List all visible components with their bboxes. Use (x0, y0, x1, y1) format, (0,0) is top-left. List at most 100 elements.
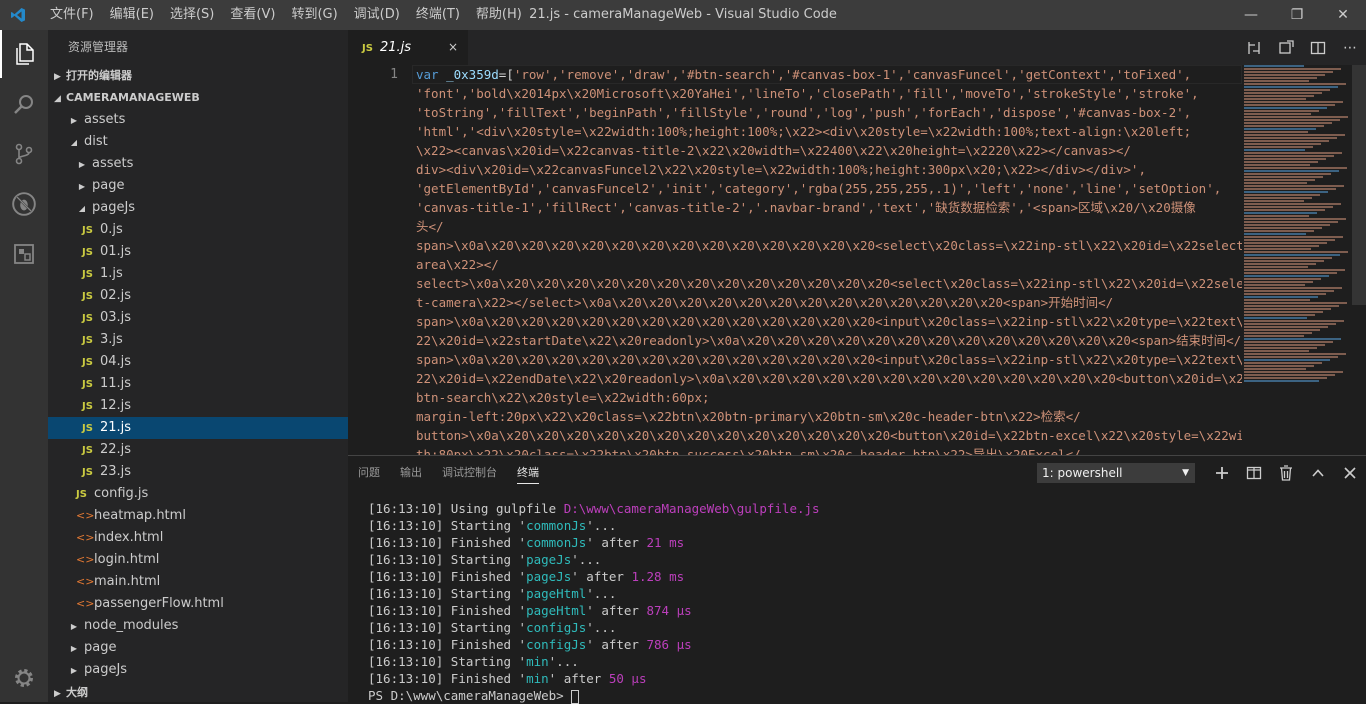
minimize-icon[interactable]: — (1228, 0, 1274, 30)
terminal-selector-value: 1: powershell (1042, 466, 1123, 480)
terminal-duration: 21 ms (646, 535, 685, 550)
file-item[interactable]: <>main.html (48, 571, 348, 593)
menu-item[interactable]: 编辑(E) (102, 0, 162, 30)
file-item[interactable]: JS 21.js (48, 417, 348, 439)
terminal-text: '... (586, 620, 617, 635)
minimap-line (1244, 242, 1327, 244)
compare-changes-icon[interactable] (1238, 30, 1270, 65)
minimap-line (1244, 164, 1310, 166)
new-terminal-icon[interactable] (1206, 456, 1238, 490)
close-icon[interactable]: ✕ (1320, 0, 1366, 30)
code-line: t-camera\x22></select>\x0a\x20\x20\x20\x… (416, 295, 1114, 310)
file-item[interactable]: JS 11.js (48, 373, 348, 395)
split-editor-icon[interactable] (1302, 30, 1334, 65)
terminal-timestamp: [16:13:10] (368, 535, 444, 550)
tab-panel-3[interactable]: 终端 (507, 456, 549, 490)
minimap-line (1244, 365, 1314, 367)
restore-icon[interactable]: ❐ (1274, 0, 1320, 30)
maximize-panel-icon[interactable] (1302, 456, 1334, 490)
chevron-down-icon: ◢ (70, 138, 78, 147)
file-item[interactable]: JS 22.js (48, 439, 348, 461)
code-editor[interactable]: 1 var _0x359d=['row','remove','draw','#b… (348, 65, 1366, 455)
file-item[interactable]: <>passengerFlow.html (48, 593, 348, 615)
minimap-line (1244, 320, 1344, 322)
trash-icon[interactable] (1270, 456, 1302, 490)
tab-panel-0[interactable]: 问题 (348, 456, 390, 490)
tab-panel-2[interactable]: 调试控制台 (432, 456, 507, 490)
title-bar: 文件(F) 编辑(E) 选择(S) 查看(V) 转到(G) 调试(D) 终端(T) 帮助(H)… (0, 0, 1366, 30)
file-item[interactable]: JS 04.js (48, 351, 348, 373)
menu-item[interactable]: 查看(V) (222, 0, 283, 30)
minimap-line (1244, 65, 1304, 67)
outline-section[interactable]: ▶ 大纲 (48, 682, 348, 702)
close-tab-icon[interactable]: × (448, 30, 458, 65)
debug-icon[interactable] (0, 180, 48, 228)
gear-icon[interactable] (0, 654, 48, 702)
folder-item[interactable]: ▶ node_modules (48, 615, 348, 637)
file-item[interactable]: <>login.html (48, 549, 348, 571)
tree-item-label: page (92, 178, 125, 193)
folder-item[interactable]: ▶ assets (48, 153, 348, 175)
menu-item[interactable]: 终端(T) (408, 0, 468, 30)
tree-item-label: 12.js (100, 398, 132, 413)
file-item[interactable]: <>index.html (48, 527, 348, 549)
search-icon[interactable] (0, 80, 48, 128)
code-line: span>\x0a\x20\x20\x20\x20\x20\x20\x20\x2… (416, 352, 1242, 367)
tree-item-label: 21.js (100, 420, 132, 435)
menu-item[interactable]: 转到(G) (283, 0, 345, 30)
menu-item[interactable]: 选择(S) (162, 0, 222, 30)
file-item[interactable]: JS 23.js (48, 461, 348, 483)
editor-scrollbar[interactable] (1352, 65, 1366, 455)
explorer-icon[interactable] (0, 30, 48, 78)
file-item[interactable]: JS config.js (48, 483, 348, 505)
file-item[interactable]: <>heatmap.html (48, 505, 348, 527)
terminal-output[interactable]: [16:13:10] Using gulpfile D:\www\cameraM… (368, 500, 820, 704)
folder-item[interactable]: ▶ page (48, 637, 348, 659)
more-actions-icon[interactable]: ⋯ (1334, 30, 1366, 65)
close-panel-icon[interactable] (1334, 456, 1366, 490)
split-terminal-icon[interactable] (1238, 456, 1270, 490)
terminal-text: Using gulpfile (450, 501, 564, 516)
minimap-line (1244, 107, 1327, 109)
terminal-line: [16:13:10] Starting 'min'... (368, 653, 820, 670)
file-item[interactable]: JS 01.js (48, 241, 348, 263)
terminal-text: Starting ' (450, 552, 527, 567)
minimap-line (1244, 350, 1309, 352)
project-section[interactable]: ◢ CAMERAMANAGEWEB (48, 87, 348, 109)
outline-label: 大纲 (66, 686, 88, 699)
tab-21-js[interactable]: JS 21.js × (348, 30, 468, 65)
folder-item[interactable]: ▶ assets (48, 109, 348, 131)
source-control-icon[interactable] (0, 130, 48, 178)
menu-item[interactable]: 调试(D) (346, 0, 408, 30)
file-item[interactable]: JS 0.js (48, 219, 348, 241)
open-editors-section[interactable]: ▶ 打开的编辑器 (48, 65, 348, 87)
minimap-line (1244, 332, 1312, 334)
code-content[interactable]: var _0x359d=['row','remove','draw','#btn… (416, 65, 1242, 455)
file-item[interactable]: JS 12.js (48, 395, 348, 417)
code-line: area\x22></ (416, 257, 499, 272)
folder-item[interactable]: ▶ page (48, 175, 348, 197)
folder-item[interactable]: ▶ pageJs (48, 659, 348, 681)
folder-item[interactable]: ◢ dist (48, 131, 348, 153)
minimap-line (1244, 353, 1346, 355)
tree-item-label: 02.js (100, 288, 132, 303)
menu-item[interactable]: 文件(F) (42, 0, 102, 30)
file-item[interactable]: JS 03.js (48, 307, 348, 329)
tab-panel-1[interactable]: 输出 (390, 456, 432, 490)
terminal-text: '... (548, 654, 579, 669)
menu-item[interactable]: 帮助(H) (468, 0, 530, 30)
extensions-icon[interactable] (0, 230, 48, 278)
terminal-text: Starting ' (450, 620, 527, 635)
terminal-text: ' after (586, 637, 647, 652)
minimap[interactable] (1244, 65, 1352, 385)
minimap-line (1244, 74, 1325, 76)
terminal-selector[interactable]: 1: powershell ▼ (1037, 463, 1195, 483)
folder-item[interactable]: ◢ pageJs (48, 197, 348, 219)
file-item[interactable]: JS 3.js (48, 329, 348, 351)
open-preview-icon[interactable] (1270, 30, 1302, 65)
file-item[interactable]: JS 02.js (48, 285, 348, 307)
minimap-line (1244, 257, 1332, 259)
scrollbar-thumb[interactable] (1352, 65, 1366, 305)
file-item[interactable]: JS 1.js (48, 263, 348, 285)
minimap-line (1244, 239, 1335, 241)
